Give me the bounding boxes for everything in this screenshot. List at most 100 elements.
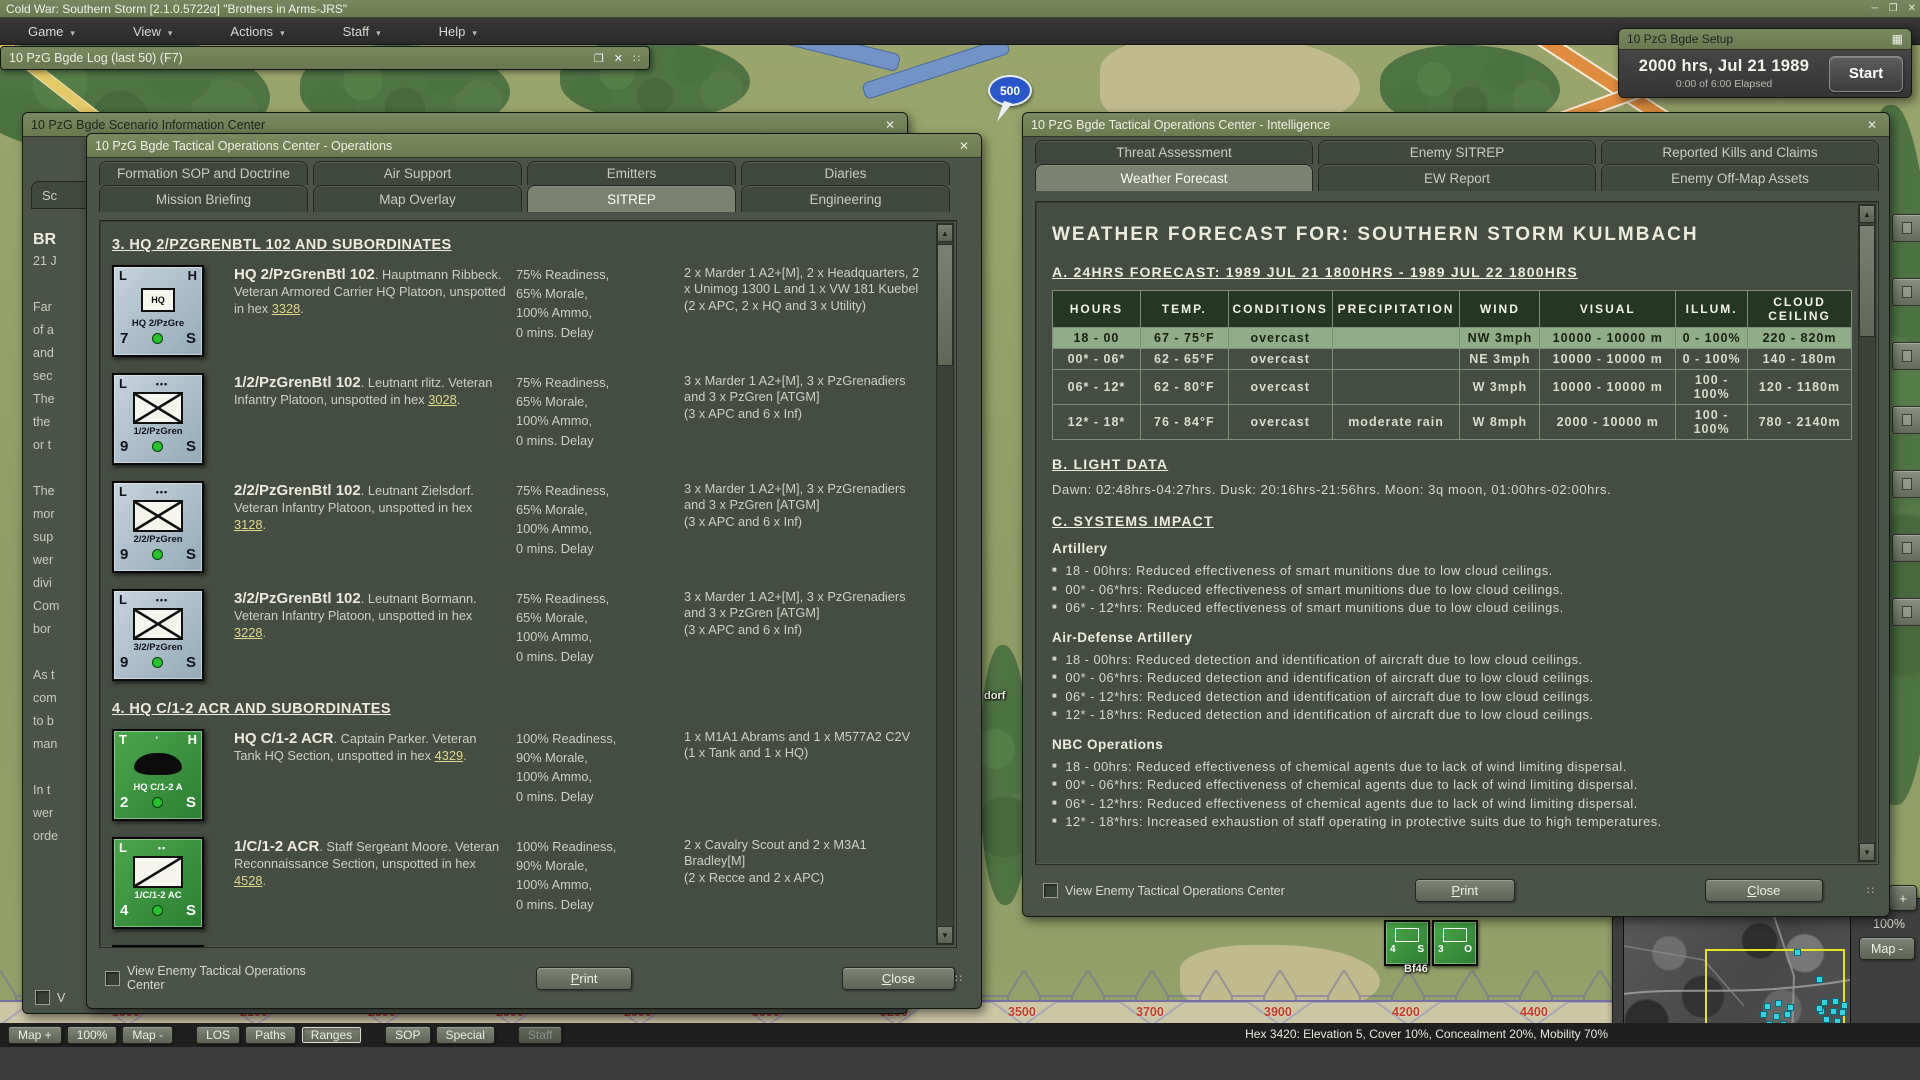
tab-map-overlay[interactable]: Map Overlay <box>313 185 522 212</box>
start-button[interactable]: Start <box>1829 56 1903 92</box>
toolbar-ranges[interactable]: Ranges <box>301 1026 362 1044</box>
view-enemy-toc-checkbox[interactable] <box>105 971 120 986</box>
close-icon[interactable]: ✕ <box>955 139 973 153</box>
menu-actions[interactable]: Actions▾ <box>214 18 300 45</box>
tab-enemy-sitrep[interactable]: Enemy SITREP <box>1318 140 1596 164</box>
close-icon[interactable]: ✕ <box>1908 0 1916 18</box>
map-unit-counter[interactable]: 4S <box>1384 920 1430 966</box>
unit-equipment: 1 x M1A1 Abrams and 1 x M577A2 C2V(1 x T… <box>684 729 934 821</box>
scroll-up-icon[interactable]: ▲ <box>1859 205 1875 223</box>
unit-counter[interactable]: L•••1/2/PzGren9S <box>112 373 204 465</box>
scroll-down-icon[interactable]: ▼ <box>937 926 953 944</box>
unit-equipment: 3 x Marder 1 A2+[M], 3 x PzGrenadiers an… <box>684 481 934 573</box>
scroll-down-icon[interactable]: ▼ <box>1859 843 1875 861</box>
print-button[interactable]: Print <box>1415 879 1515 902</box>
grid-icon[interactable]: ▦ <box>1892 32 1903 46</box>
hex-link[interactable]: 4528 <box>234 873 262 888</box>
forecast-section-title: A. 24HRS FORECAST: 1989 JUL 21 1800HRS -… <box>1052 264 1852 280</box>
map-zoom-in-button[interactable]: + <box>1889 885 1917 911</box>
resize-grip-icon[interactable]: ∷ <box>1867 884 1875 897</box>
intelligence-window-titlebar[interactable]: 10 PzG Bgde Tactical Operations Center -… <box>1023 113 1889 137</box>
unit-counter[interactable]: T'HHQ C/1-2 A2S <box>112 729 204 821</box>
tab-formation-sop-and-doctrine[interactable]: Formation SOP and Doctrine <box>99 161 308 185</box>
setup-window-titlebar[interactable]: 10 PzG Bgde Setup ▦ <box>1619 29 1911 50</box>
toolbar-los[interactable]: LOS <box>196 1026 240 1044</box>
hex-link[interactable]: 3328 <box>272 301 300 316</box>
log-window[interactable]: 10 PzG Bgde Log (last 50) (F7) ❐ ✕ ∷ <box>0 46 650 70</box>
scroll-up-icon[interactable]: ▲ <box>937 224 953 242</box>
map-unit-counter[interactable]: 3O <box>1432 920 1478 966</box>
menu-game[interactable]: Game▾ <box>12 18 91 45</box>
tab-air-support[interactable]: Air Support <box>313 161 522 185</box>
resize-grip-icon[interactable]: ∷ <box>955 972 963 985</box>
tab-emitters[interactable]: Emitters <box>527 161 736 185</box>
tab-reported-kills-and-claims[interactable]: Reported Kills and Claims <box>1601 140 1879 164</box>
restore-icon[interactable]: ❐ <box>594 52 604 65</box>
minimize-icon[interactable]: ─ <box>1872 0 1879 18</box>
briefing-line: Com <box>33 599 91 622</box>
toolbar-sop[interactable]: SOP <box>385 1026 430 1044</box>
tab-ew-report[interactable]: EW Report <box>1318 164 1596 191</box>
sitrep-scrollbar[interactable]: ▲ ▼ <box>936 223 954 945</box>
toolbar-staff[interactable]: Staff <box>518 1026 562 1044</box>
minimap-unit-dot <box>1784 1011 1791 1018</box>
hex-link[interactable]: 3028 <box>428 392 456 407</box>
hex-link[interactable]: 4329 <box>435 748 463 763</box>
tab-diaries[interactable]: Diaries <box>741 161 950 185</box>
map-edge-button[interactable] <box>1892 470 1920 498</box>
weather-col-header: WIND <box>1460 291 1540 328</box>
hex-link[interactable]: 3128 <box>234 517 262 532</box>
menu-label: View <box>133 24 161 39</box>
close-button[interactable]: Close <box>1705 879 1823 902</box>
close-button[interactable]: Close <box>842 967 955 990</box>
operations-window[interactable]: 10 PzG Bgde Tactical Operations Center -… <box>86 133 982 1009</box>
intelligence-window[interactable]: 10 PzG Bgde Tactical Operations Center -… <box>1022 112 1890 917</box>
unit-counter[interactable]: LHHQHQ 2/PzGre7S <box>112 265 204 357</box>
print-button-label: Print <box>571 971 598 986</box>
toolbar-paths[interactable]: Paths <box>245 1026 296 1044</box>
map-edge-button[interactable] <box>1892 278 1920 306</box>
close-icon[interactable]: ✕ <box>614 52 623 65</box>
map-edge-button[interactable] <box>1892 406 1920 434</box>
map-edge-button[interactable] <box>1892 598 1920 626</box>
weather-col-header: HOURS <box>1053 291 1141 328</box>
map-zoom-out-button[interactable]: Map - <box>1859 937 1915 960</box>
close-icon[interactable]: ✕ <box>1863 118 1881 132</box>
toolbar-special[interactable]: Special <box>436 1026 495 1044</box>
resize-grip-icon[interactable]: ∷ <box>633 52 641 65</box>
unit-counter[interactable]: L••2/C/1-2 AC4S <box>112 945 204 948</box>
minimap-unit-dot <box>1841 1002 1848 1009</box>
restore-icon[interactable]: ❐ <box>1889 0 1898 18</box>
unit-counter[interactable]: L••1/C/1-2 AC4S <box>112 837 204 929</box>
toolbar-100-[interactable]: 100% <box>67 1026 118 1044</box>
scenario-checkbox[interactable] <box>35 990 50 1005</box>
briefing-line: wer <box>33 553 91 576</box>
map-edge-button[interactable] <box>1892 534 1920 562</box>
hex-link[interactable]: 3228 <box>234 625 262 640</box>
unit-counter[interactable]: L•••3/2/PzGren9S <box>112 589 204 681</box>
setup-window-title: 10 PzG Bgde Setup <box>1627 32 1733 46</box>
weather-scrollbar[interactable]: ▲ ▼ <box>1858 204 1876 862</box>
toolbar-map-[interactable]: Map - <box>122 1026 173 1044</box>
tab-weather-forecast[interactable]: Weather Forecast <box>1035 164 1313 191</box>
setup-window[interactable]: 10 PzG Bgde Setup ▦ 2000 hrs, Jul 21 198… <box>1618 28 1912 98</box>
unit-counter[interactable]: L•••2/2/PzGren9S <box>112 481 204 573</box>
tab-mission-briefing[interactable]: Mission Briefing <box>99 185 308 212</box>
print-button[interactable]: Print <box>536 967 632 990</box>
tab-threat-assessment[interactable]: Threat Assessment <box>1035 140 1313 164</box>
map-edge-button[interactable] <box>1892 342 1920 370</box>
counter-bottom-row: 9S <box>114 654 202 671</box>
view-enemy-toc-checkbox[interactable] <box>1043 883 1058 898</box>
tab-sitrep[interactable]: SITREP <box>527 185 736 212</box>
close-icon[interactable]: ✕ <box>881 118 899 132</box>
menu-view[interactable]: View▾ <box>117 18 188 45</box>
toolbar-map-[interactable]: Map + <box>8 1026 62 1044</box>
counter-bottom-row: 7S <box>114 330 202 347</box>
operations-window-titlebar[interactable]: 10 PzG Bgde Tactical Operations Center -… <box>87 134 981 158</box>
menu-staff[interactable]: Staff▾ <box>327 18 397 45</box>
tab-enemy-off-map-assets[interactable]: Enemy Off-Map Assets <box>1601 164 1879 191</box>
bottom-toolbar: Map + 100%Map - LOS Paths Ranges SOP Special St… <box>0 1023 1920 1047</box>
tab-engineering[interactable]: Engineering <box>741 185 950 212</box>
map-edge-button[interactable] <box>1892 214 1920 242</box>
menu-help[interactable]: Help▾ <box>423 18 493 45</box>
